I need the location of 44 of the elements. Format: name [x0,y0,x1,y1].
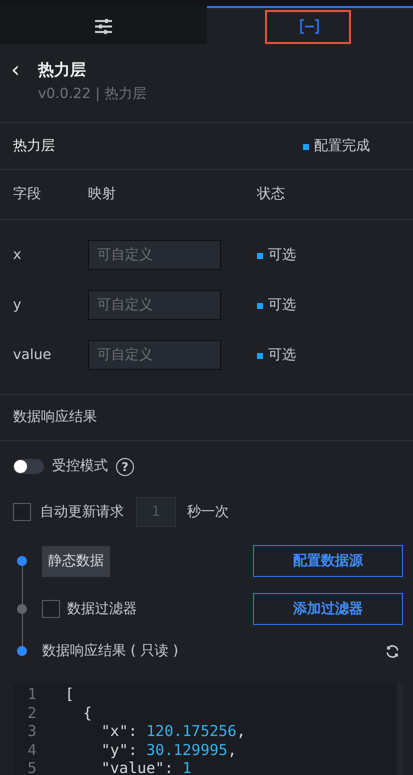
code-line: { [82,704,92,722]
line-number: 5 [26,759,38,775]
toggle-switch[interactable] [13,459,44,474]
checkbox-label: 数据过滤器 [67,600,137,618]
field-status: 可选 [257,294,296,316]
column-header: 映射 [88,186,116,202]
column-header: 状态 [257,186,285,202]
toggle-label: 受控模式 [52,457,108,476]
checkbox-label: 自动更新请求 [40,502,124,522]
code-line: [ [65,685,74,704]
field-name: value [13,346,52,362]
config-status: 配置完成 [303,136,370,156]
back-button[interactable]: ‹ [11,54,38,86]
version-text: v0.0.22 | 热力层 [38,86,146,102]
checkbox[interactable] [42,600,60,618]
refresh-icon[interactable] [385,644,400,658]
field-name: y [13,296,22,312]
mapping-field[interactable]: 可自定义 [88,290,221,320]
unit-label: 秒一次 [187,502,229,522]
mapping-field[interactable]: 可自定义 [88,340,221,370]
checkbox[interactable] [13,503,31,521]
panel-tab[interactable] [206,6,413,44]
field-status: 可选 [257,244,296,266]
field-status: 可选 [257,344,296,366]
outline-button[interactable]: 添加过滤器 [253,593,403,625]
section-title: 数据响应结果 [13,408,97,427]
line-number: 1 [26,685,38,704]
brackets-icon [300,18,320,34]
code-line: "value": 1 [100,759,192,775]
code-line: "x": 120.175256, [100,722,246,741]
sliders-icon [94,18,112,34]
line-number: 4 [26,740,38,760]
outline-button[interactable]: 配置数据源 [253,545,403,577]
mapping-field[interactable]: 可自定义 [88,240,221,270]
data-tag: 静态数据 [42,546,110,576]
help-icon[interactable]: ? [116,458,134,476]
line-number: 2 [26,704,38,722]
code-line: "y": 30.129995, [100,740,237,760]
field-name: x [13,246,22,262]
line-number: 3 [26,722,38,741]
page-title: 热力层 [38,59,86,81]
column-header: 字段 [13,186,41,202]
layer-name: 热力层 [13,136,55,156]
step-title: 数据响应结果 ( 只读 ) [42,642,178,660]
